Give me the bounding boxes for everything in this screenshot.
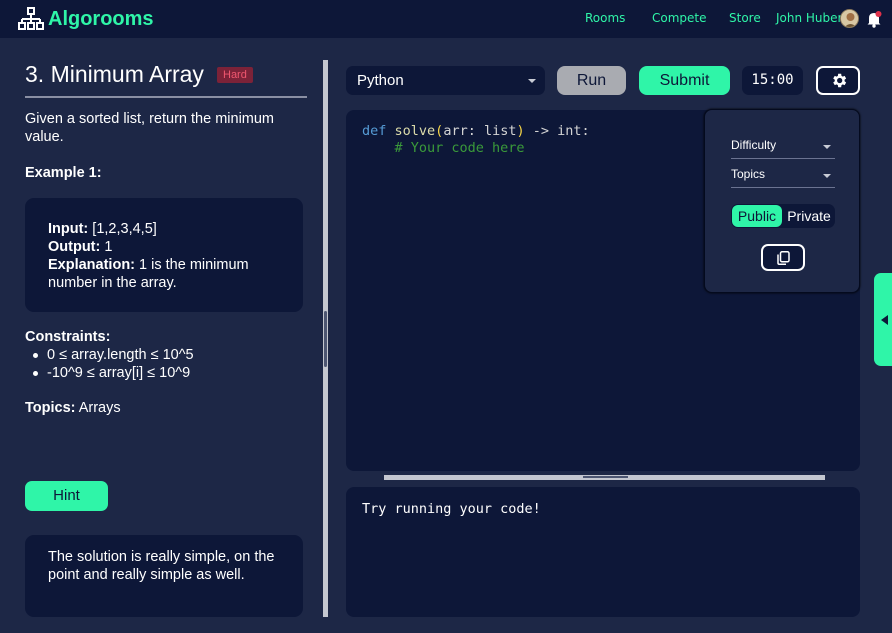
example-output-value: 1 [100,239,113,255]
copy-button[interactable] [761,244,805,271]
resizer-handle[interactable] [583,476,628,478]
timer: 15:00 [742,66,803,95]
code-content[interactable]: def solve(arr: list) -> int: # Your code… [362,123,590,157]
topics-value: Arrays [75,400,121,416]
example-output: Output: 1 [48,238,303,256]
topics-select[interactable]: Topics [731,164,835,188]
top-nav-bar: Algorooms Rooms Compete Store John Huber [0,0,892,38]
caret-left-icon [881,315,888,325]
example-input-label: Input: [48,221,89,237]
visibility-public[interactable]: Public [732,205,782,227]
example-card: Input: [1,2,3,4,5] Output: 1 Explanation… [25,198,303,312]
side-panel-toggle[interactable] [874,273,892,366]
language-select[interactable]: Python [346,66,545,95]
output-console: Try running your code! [346,487,860,617]
visibility-toggle[interactable]: Public Private [731,204,835,228]
hint-card: The solution is really simple, on the po… [25,535,303,617]
avatar-image [841,10,858,27]
topics-line: Topics: Arrays [25,400,121,416]
run-button[interactable]: Run [557,66,626,95]
nav-link-compete[interactable]: Compete [652,11,707,25]
example-input: Input: [1,2,3,4,5] [48,220,303,238]
visibility-private[interactable]: Private [783,205,835,227]
example-explanation: Explanation: 1 is the minimum number in … [48,256,278,292]
constraint-item: -10^9 ≤ array[i] ≤ 10^9 [25,364,194,382]
chevron-down-icon [823,145,831,149]
constraint-item: 0 ≤ array.length ≤ 10^5 [25,346,194,364]
difficulty-badge: Hard [217,67,253,83]
nav-link-store[interactable]: Store [729,11,761,25]
difficulty-select[interactable]: Difficulty [731,135,835,159]
code-function-name: solve [394,123,436,139]
output-text: Try running your code! [362,501,541,517]
example-heading: Example 1: [25,165,102,181]
splitter-handle[interactable] [324,311,327,367]
hint-button[interactable]: Hint [25,481,108,511]
problem-description: Given a sorted list, return the minimum … [25,111,275,145]
sitemap-logo-icon [18,7,44,30]
code-return: -> int: [524,123,590,139]
bell-icon[interactable] [866,10,882,28]
gear-icon [833,73,847,88]
code-params: arr: list [443,123,517,139]
constraints-section: Constraints: 0 ≤ array.length ≤ 10^5 -10… [25,328,194,382]
example-output-label: Output: [48,239,101,255]
problem-title: 3. Minimum Array [25,61,204,87]
copy-icon [777,251,790,265]
constraints-heading: Constraints: [25,329,111,345]
submit-button[interactable]: Submit [639,66,730,95]
hint-text: The solution is really simple, on the po… [48,549,275,583]
code-paren: ) [516,123,525,139]
settings-popup: Difficulty Topics Public Private [704,109,860,293]
code-keyword: def [362,123,387,139]
language-select-value: Python [357,72,404,89]
example-input-value: [1,2,3,4,5] [88,221,157,237]
example-explanation-label: Explanation: [48,257,136,273]
brand-logo[interactable]: Algorooms [18,6,154,32]
topics-label: Topics: [25,400,76,416]
code-comment: # Your code here [394,140,525,156]
topics-select-label: Topics [731,167,766,181]
chevron-down-icon [528,79,536,83]
user-name[interactable]: John Huber [776,11,842,25]
chevron-down-icon [823,174,831,178]
nav-link-rooms[interactable]: Rooms [585,11,625,25]
avatar[interactable] [840,9,859,28]
title-divider [25,96,307,98]
difficulty-select-label: Difficulty [731,138,777,152]
constraints-list: 0 ≤ array.length ≤ 10^5 -10^9 ≤ array[i]… [25,346,194,382]
brand-name[interactable]: Algorooms [48,8,154,31]
settings-button[interactable] [816,66,860,95]
